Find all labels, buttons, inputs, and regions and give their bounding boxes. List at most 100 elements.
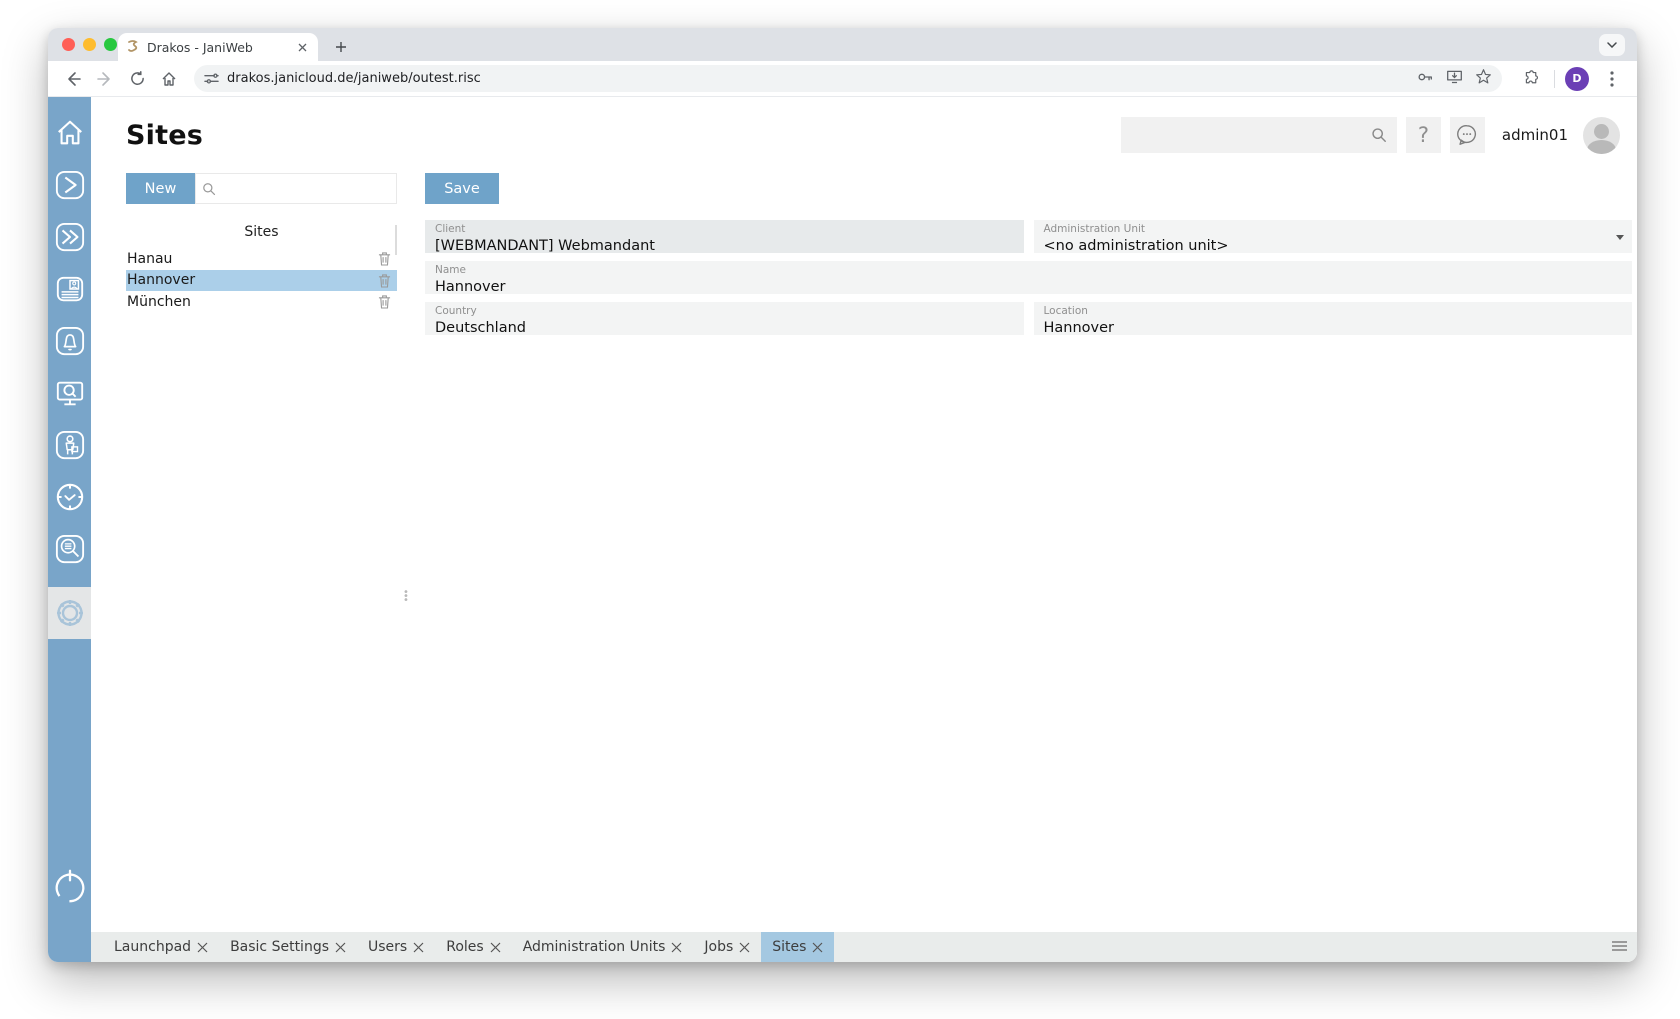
administration-unit-label: Administration Unit [1043,223,1146,235]
browser-menu-kebab-icon[interactable] [1599,66,1625,92]
tab-users[interactable]: Users [357,932,435,962]
client-value: [WEBMANDANT] Webmandant [435,238,655,254]
sidebar-settings-gear-icon[interactable] [48,587,91,639]
search-icon [1371,127,1387,143]
client-field[interactable]: Client [WEBMANDANT] Webmandant [425,220,1024,254]
tab-search-chevron-icon[interactable] [1599,34,1625,56]
sidebar-start-chevron-icon[interactable] [48,170,91,200]
new-tab-button[interactable] [330,36,352,58]
client-label: Client [435,223,466,235]
list-scrollbar[interactable] [395,225,397,255]
list-item[interactable]: Hanau [126,248,397,270]
minimize-window-button[interactable] [83,38,96,51]
password-key-icon[interactable] [1416,68,1434,90]
location-field[interactable]: Location Hannover [1033,302,1632,336]
tab-label: Users [368,939,408,955]
site-settings-icon[interactable] [204,71,219,86]
sidebar-notifications-bell-icon[interactable] [48,326,91,356]
tabbar-overflow-grip-icon[interactable] [1612,941,1627,951]
sidebar-clock-icon[interactable] [48,483,91,511]
url-bar[interactable]: drakos.janicloud.de/janiweb/outest.risc [194,65,1502,92]
tab-basic-settings[interactable]: Basic Settings [219,932,357,962]
browser-window: Drakos - JaniWeb drakos.janicloud.de/jan… [48,28,1637,962]
user-avatar[interactable] [1583,116,1620,154]
extensions-puzzle-icon[interactable] [1518,66,1544,92]
install-icon[interactable] [1446,68,1463,89]
reload-icon[interactable] [124,66,150,92]
tab-label: Jobs [704,939,734,955]
location-label: Location [1043,305,1088,317]
sidebar-logout-power-icon[interactable] [48,856,91,916]
browser-profile-avatar[interactable]: D [1565,66,1589,91]
close-icon[interactable] [739,942,750,953]
list-item[interactable]: München [126,291,397,313]
username-label: admin01 [1501,126,1568,144]
maximize-window-button[interactable] [104,38,117,51]
global-search-input[interactable] [1130,127,1371,143]
tab-title: Drakos - JaniWeb [147,39,253,55]
tab-label: Launchpad [114,939,192,955]
toolbar-separator [1554,69,1555,88]
help-button[interactable]: ? [1405,117,1441,153]
global-search-field[interactable] [1120,117,1397,153]
browser-tabstrip: Drakos - JaniWeb [48,28,1637,61]
sidebar-double-chevron-icon[interactable] [48,222,91,252]
back-icon[interactable] [60,66,86,92]
main-row: New Sites Hanau Hannover München • • • S… [91,173,1637,932]
sidebar-home-icon[interactable] [48,119,91,147]
chevron-down-icon [1616,235,1624,240]
tab-label: Roles [446,939,484,955]
sidebar-monitor-search-icon[interactable] [48,379,91,407]
favicon [126,38,140,57]
app-content: Sites ? admin01 New Sites Hanau Hannover… [91,97,1637,962]
new-button[interactable]: New [126,173,195,204]
sidebar-worker-icon[interactable] [48,430,91,460]
name-field[interactable]: Name Hannover [425,261,1632,295]
delete-trash-icon[interactable] [378,251,391,266]
app-sidebar [48,97,91,962]
browser-toolbar: drakos.janicloud.de/janiweb/outest.risc … [48,61,1637,97]
app-header: Sites ? admin01 [91,97,1637,173]
feedback-chat-button[interactable] [1449,117,1485,153]
page-title: Sites [126,119,203,151]
sidebar-log-search-icon[interactable] [48,534,91,564]
list-search-field[interactable] [195,173,397,204]
panel-resize-handle[interactable]: • • • [403,173,409,932]
avatar-silhouette [1594,123,1609,139]
administration-unit-select[interactable]: Administration Unit <no administration u… [1033,220,1632,254]
close-icon[interactable] [335,942,346,953]
help-icon: ? [1417,123,1429,147]
list-search-input[interactable] [220,181,390,196]
close-icon[interactable] [197,942,208,953]
close-icon[interactable] [812,942,823,953]
tab-close-icon[interactable] [294,39,310,55]
tab-roles[interactable]: Roles [435,932,511,962]
tab-label: Administration Units [522,939,666,955]
url-text[interactable]: drakos.janicloud.de/janiweb/outest.risc [227,71,1408,86]
list-item-selected[interactable]: Hannover [126,269,397,291]
close-icon[interactable] [490,942,501,953]
tab-launchpad[interactable]: Launchpad [103,932,219,962]
country-field[interactable]: Country Deutschland [425,302,1024,336]
delete-trash-icon[interactable] [378,294,391,309]
home-icon[interactable] [156,66,182,92]
open-modules-tabbar: Launchpad Basic Settings Users Roles Adm… [91,932,1637,962]
close-icon[interactable] [671,942,682,953]
tab-sites[interactable]: Sites [761,932,835,962]
site-name: München [127,293,191,310]
sidebar-contact-card-icon[interactable] [48,275,91,303]
bookmark-star-icon[interactable] [1475,68,1492,89]
save-button[interactable]: Save [425,173,499,204]
app-root: Sites ? admin01 New Sites Hanau Hannover… [48,97,1637,962]
forward-icon[interactable] [92,66,118,92]
tab-administration-units[interactable]: Administration Units [512,932,694,962]
resize-grip-dots: • • • [403,587,409,606]
close-icon[interactable] [413,942,424,953]
tab-label: Sites [772,939,807,955]
delete-trash-icon[interactable] [378,273,391,288]
browser-tab[interactable]: Drakos - JaniWeb [118,33,318,61]
site-name: Hanau [127,250,173,267]
tab-jobs[interactable]: Jobs [693,932,761,962]
country-value: Deutschland [435,320,526,336]
close-window-button[interactable] [62,38,75,51]
